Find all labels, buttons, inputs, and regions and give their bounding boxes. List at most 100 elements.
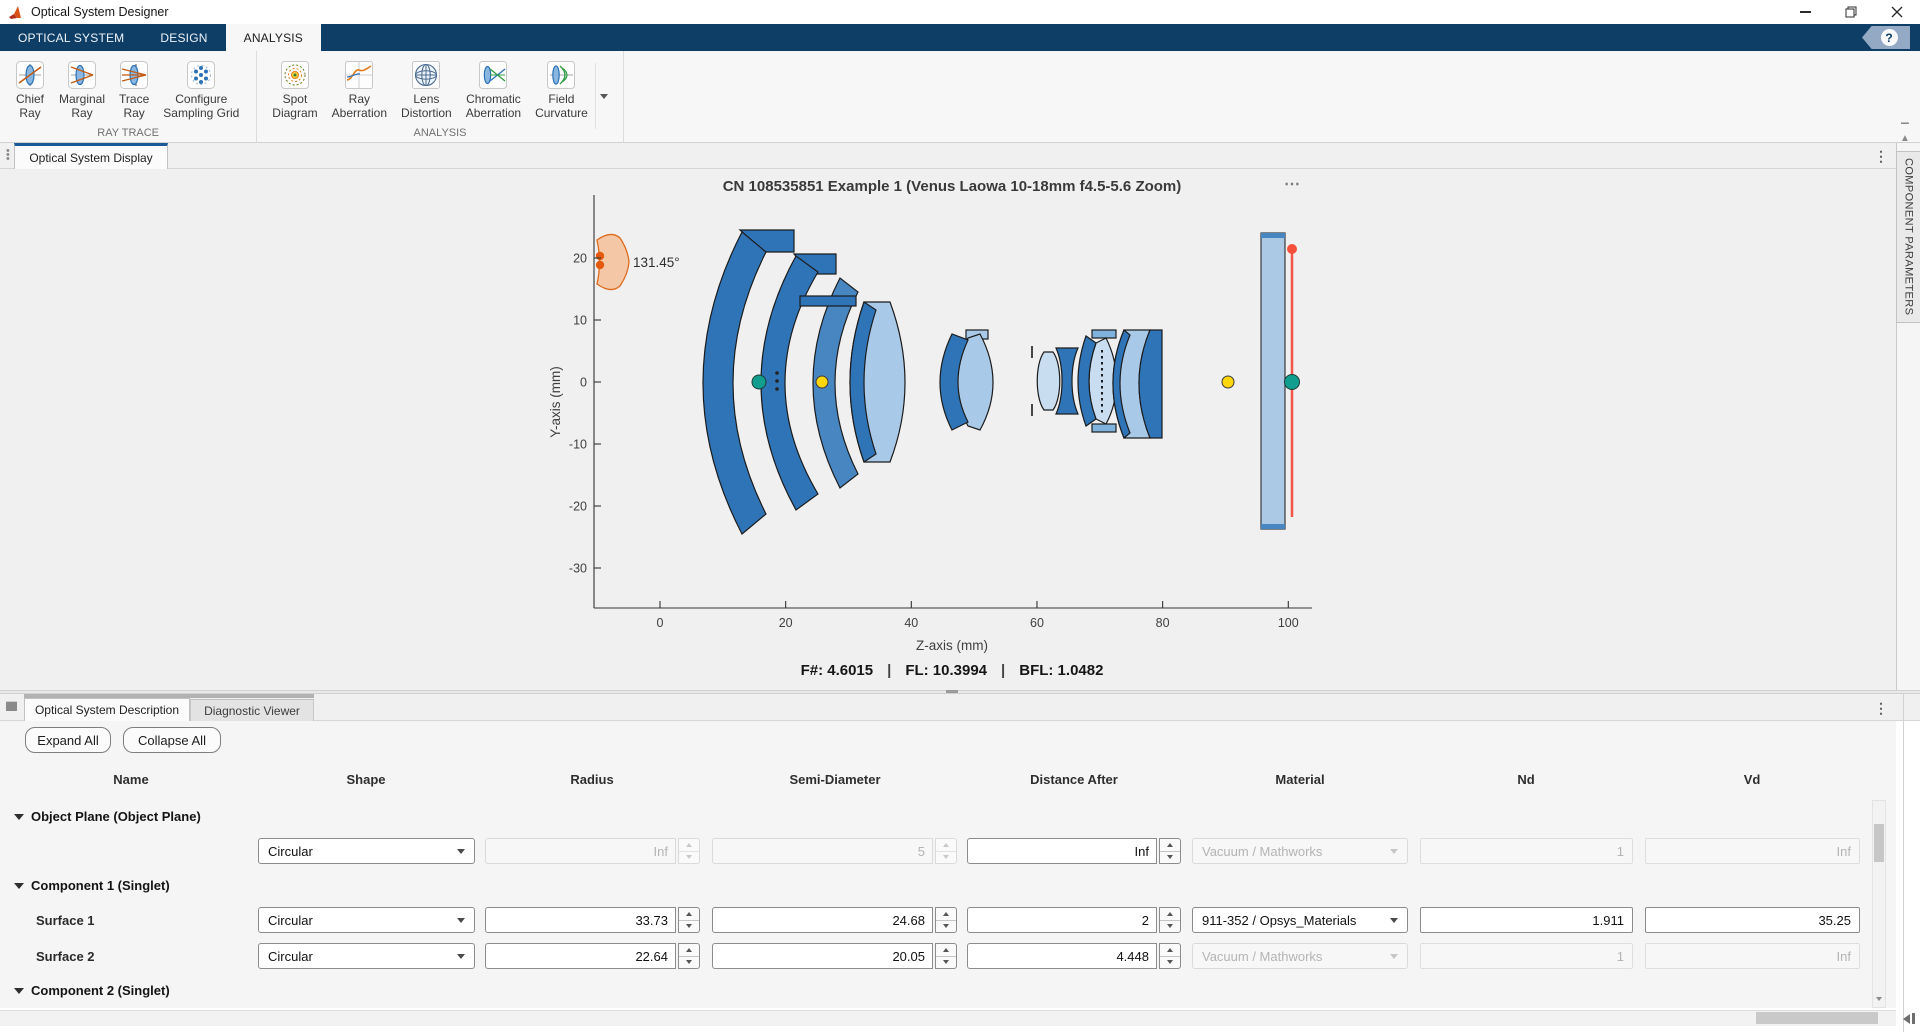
gap-dots-icon: [775, 371, 779, 375]
tab-diagnostic-viewer[interactable]: Diagnostic Viewer: [190, 699, 314, 721]
display-panel-menu-icon[interactable]: ⋮: [1874, 148, 1888, 165]
spinner-value[interactable]: 2: [967, 907, 1157, 933]
collapse-triangle-icon[interactable]: [14, 988, 24, 994]
sampling-grid-icon: [186, 60, 216, 90]
lens-distortion-button[interactable]: LensDistortion: [398, 58, 455, 122]
ray-aberration-icon: [344, 60, 374, 90]
help-button[interactable]: ?: [1862, 26, 1910, 49]
trace-ray-button[interactable]: TraceRay: [116, 58, 152, 122]
pivot-marker-teal[interactable]: [1285, 375, 1300, 390]
component-group-row[interactable]: Component 2 (Singlet): [14, 974, 170, 1007]
spinner-down-button[interactable]: [936, 921, 956, 933]
toolstrip-button-label: SpotDiagram: [272, 93, 317, 120]
lens-diagram: 131.45°: [540, 170, 1340, 660]
column-header-semi-diameter: Semi-Diameter: [789, 772, 880, 787]
sampling-grid-button[interactable]: ConfigureSampling Grid: [160, 58, 242, 122]
field-curvature-button[interactable]: FieldCurvature: [532, 58, 591, 122]
arrow-up-icon: [943, 843, 949, 847]
spinner-up-button[interactable]: [1160, 944, 1180, 957]
component-group-row[interactable]: Component 1 (Singlet): [14, 869, 170, 902]
spinner-down-button[interactable]: [679, 921, 699, 933]
column-header-radius: Radius: [570, 772, 613, 787]
spinner-down-button[interactable]: [936, 957, 956, 969]
spinner-down-button[interactable]: [1160, 921, 1180, 933]
chief-ray-button[interactable]: ChiefRay: [12, 58, 48, 122]
semi-diameter-spinner[interactable]: 24.68: [712, 907, 957, 933]
distance-after-spinner[interactable]: 4.448: [967, 943, 1181, 969]
spinner-up-button[interactable]: [1160, 839, 1180, 852]
spinner-value[interactable]: Inf: [967, 838, 1157, 864]
spinner-value[interactable]: 20.05: [712, 943, 933, 969]
toolstrip-button-label: LensDistortion: [401, 93, 452, 120]
spinner-down-button[interactable]: [679, 957, 699, 969]
panel-grip[interactable]: ▬▬▬: [6, 701, 16, 710]
spinner-value[interactable]: 4.448: [967, 943, 1157, 969]
panel-grip[interactable]: •••: [6, 149, 10, 161]
table-horizontal-scrollbar[interactable]: [0, 1010, 1896, 1026]
spinner-up-button[interactable]: [679, 908, 699, 921]
arrow-down-icon: [686, 924, 692, 928]
material-dropdown[interactable]: 911-352 / Opsys_Materials: [1192, 907, 1408, 933]
spinner-value[interactable]: 24.68: [712, 907, 933, 933]
spinner-value[interactable]: 33.73: [485, 907, 676, 933]
x-tick-label: 80: [1156, 616, 1170, 630]
ribbon-tab-analysis[interactable]: ANALYSIS: [226, 24, 321, 51]
ribbon-tab-design[interactable]: DESIGN: [142, 24, 225, 51]
tab-component-parameters[interactable]: COMPONENT PARAMETERS: [1896, 151, 1920, 323]
shape-dropdown[interactable]: Circular: [258, 943, 475, 969]
x-tick-label: 100: [1278, 616, 1299, 630]
shape-dropdown[interactable]: Circular: [258, 907, 475, 933]
surface-name: Surface 1: [36, 913, 95, 928]
title-bar: Optical System Designer: [0, 0, 1920, 25]
close-button[interactable]: [1874, 0, 1920, 24]
restore-button[interactable]: [1828, 0, 1874, 24]
spinner-up-button[interactable]: [936, 944, 956, 957]
spinner-down-button: [679, 852, 699, 864]
field-curvature-icon: [546, 60, 576, 90]
minimize-button[interactable]: [1782, 0, 1828, 24]
spinner-up-button[interactable]: [679, 944, 699, 957]
collapse-triangle-icon[interactable]: [14, 883, 24, 889]
collapse-triangle-icon[interactable]: [14, 814, 24, 820]
spinner-value[interactable]: 22.64: [485, 943, 676, 969]
component-group-row[interactable]: Object Plane (Object Plane): [14, 800, 201, 833]
expand-all-button[interactable]: Expand All: [25, 727, 111, 753]
tab-optical-system-display[interactable]: Optical System Display: [14, 143, 168, 169]
ray-aberration-button[interactable]: RayAberration: [329, 58, 390, 122]
semi-diameter-spinner[interactable]: 20.05: [712, 943, 957, 969]
splitter-handle[interactable]: [946, 690, 958, 693]
scroll-down-button[interactable]: [1872, 992, 1886, 1006]
distance-after-spinner[interactable]: Inf: [967, 838, 1181, 864]
tab-optical-system-description[interactable]: Optical System Description: [24, 698, 190, 721]
vd-field[interactable]: 35.25: [1645, 907, 1860, 933]
x-tick-label: 20: [779, 616, 793, 630]
description-panel-menu-icon[interactable]: ⋮: [1874, 700, 1888, 717]
spinner-down-button[interactable]: [1160, 852, 1180, 864]
ribbon-collapse-icon[interactable]: ▔▲: [1900, 125, 1910, 143]
y-tick-label: 20: [573, 252, 587, 266]
spinner-down-button[interactable]: [1160, 957, 1180, 969]
arrow-down-icon: [1876, 997, 1882, 1001]
vertical-scroll-thumb[interactable]: [1874, 824, 1884, 862]
shape-dropdown[interactable]: Circular: [258, 838, 475, 864]
pivot-marker-teal[interactable]: [752, 375, 766, 389]
ribbon-tab-optical-system[interactable]: OPTICAL SYSTEM: [0, 24, 142, 51]
chromatic-aberration-button[interactable]: ChromaticAberration: [463, 58, 524, 122]
collapse-all-button[interactable]: Collapse All: [123, 727, 221, 753]
spinner-up-button[interactable]: [1160, 908, 1180, 921]
spinner-up-button[interactable]: [936, 908, 956, 921]
dock-corner-icon[interactable]: [1903, 1013, 1915, 1024]
surface-marker-yellow[interactable]: [1222, 376, 1234, 388]
analysis-gallery-dropdown-button[interactable]: [595, 63, 613, 129]
chevron-down-icon: [1390, 954, 1398, 959]
radius-spinner[interactable]: 22.64: [485, 943, 700, 969]
ribbon-tab-bar: OPTICAL SYSTEMDESIGNANALYSIS: [0, 24, 1920, 51]
distance-after-spinner[interactable]: 2: [967, 907, 1181, 933]
dropdown-value: Vacuum / Mathworks: [1202, 844, 1322, 859]
surface-marker-yellow[interactable]: [816, 376, 828, 388]
horizontal-scroll-thumb[interactable]: [1756, 1012, 1878, 1024]
spot-diagram-button[interactable]: SpotDiagram: [269, 58, 320, 122]
marginal-ray-button[interactable]: MarginalRay: [56, 58, 108, 122]
nd-field[interactable]: 1.911: [1420, 907, 1633, 933]
radius-spinner[interactable]: 33.73: [485, 907, 700, 933]
